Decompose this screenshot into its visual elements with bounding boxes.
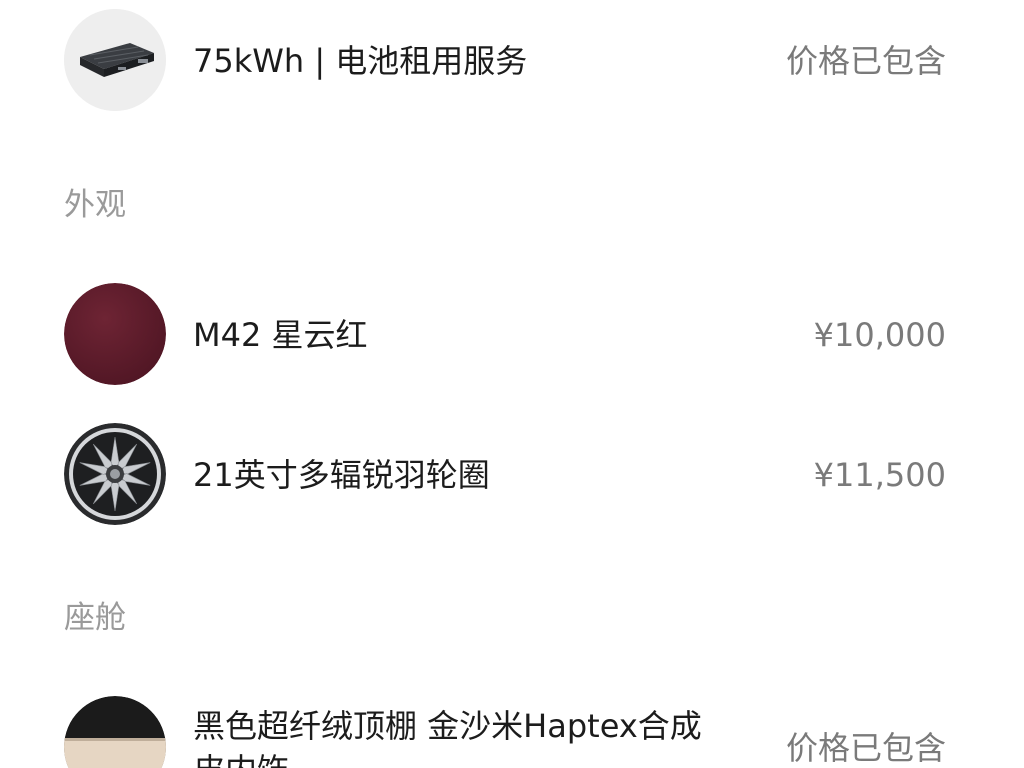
exterior-color-name: M42 星云红 bbox=[193, 316, 368, 354]
section-title-exterior: 外观 bbox=[64, 187, 126, 223]
exterior-color-price: ¥10,000 bbox=[813, 316, 946, 354]
section-title-cabin: 座舱 bbox=[64, 600, 126, 636]
battery-option-row[interactable]: 75kWh | 电池租用服务 价格已包含 bbox=[64, 9, 946, 113]
exterior-wheel-price: ¥11,500 bbox=[813, 456, 946, 494]
wheel-rim-icon bbox=[64, 423, 166, 525]
exterior-wheel-row[interactable]: 21英寸多辐锐羽轮圈 ¥11,500 bbox=[64, 423, 946, 527]
exterior-wheel-name: 21英寸多辐锐羽轮圈 bbox=[193, 456, 490, 494]
cabin-interior-price: 价格已包含 bbox=[785, 729, 946, 767]
interior-swatch-icon bbox=[64, 696, 166, 768]
cabin-interior-name: 黑色超纤绒顶棚 金沙米Haptex合成皮内饰 bbox=[193, 707, 702, 768]
battery-pack-icon bbox=[64, 9, 166, 111]
color-swatch-icon bbox=[64, 283, 166, 385]
configuration-summary: 75kWh | 电池租用服务 价格已包含 外观 M42 星云红 ¥10,000 bbox=[0, 0, 1024, 768]
battery-option-price: 价格已包含 bbox=[785, 42, 946, 80]
battery-option-name: 75kWh | 电池租用服务 bbox=[193, 42, 528, 80]
cabin-interior-row[interactable]: 黑色超纤绒顶棚 金沙米Haptex合成皮内饰 价格已包含 bbox=[64, 696, 946, 768]
exterior-color-row[interactable]: M42 星云红 ¥10,000 bbox=[64, 283, 946, 387]
